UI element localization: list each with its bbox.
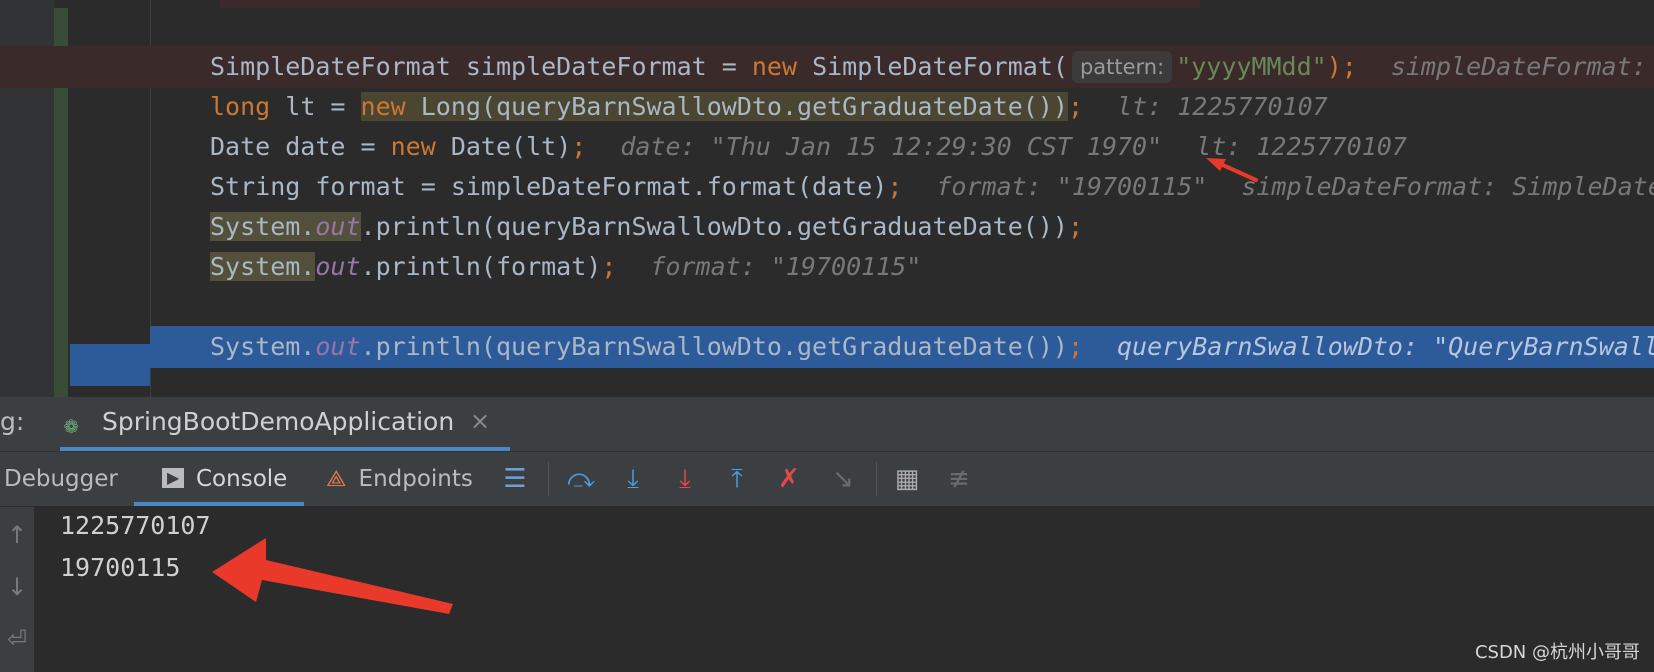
small-arrow-annotation — [1206, 158, 1258, 182]
annotation-overlay — [212, 158, 1258, 614]
large-arrow-annotation — [212, 538, 453, 614]
